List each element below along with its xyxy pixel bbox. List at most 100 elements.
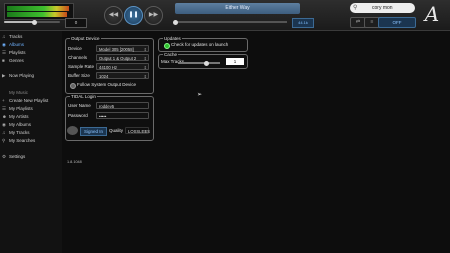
sample-rate-readout: 44.1k <box>292 18 314 28</box>
search-icon: ⚲ <box>2 138 6 143</box>
sample-rate-value: 44100 Hz <box>99 65 117 70</box>
output-device-title: Output Device <box>70 36 101 41</box>
password-field[interactable]: ••••• <box>96 112 149 119</box>
user-name-field[interactable]: roddev5 <box>96 102 149 109</box>
sample-rate-select[interactable]: 44100 Hz ⇕ <box>96 63 149 70</box>
device-select[interactable]: Model 305 [20058] ⇕ <box>96 45 149 52</box>
quality-label: Quality <box>109 128 124 133</box>
follow-device-radio[interactable] <box>70 83 76 89</box>
sidebar-item-my-albums[interactable]: ◉ My Albums <box>2 121 31 128</box>
now-playing-title[interactable]: Either Way <box>175 3 300 14</box>
buffer-size-select[interactable]: 1024 ⇕ <box>96 72 149 79</box>
sidebar-item-label: Settings <box>9 154 26 159</box>
channels-select[interactable]: Output 1 & Output 2 ⇕ <box>96 54 149 61</box>
skip-back-icon: ◀◀ <box>108 12 119 18</box>
max-tracks-slider-knob[interactable] <box>204 60 209 66</box>
sidebar-item-albums[interactable]: ◉ Albums <box>2 41 24 48</box>
list-icon: ≡ <box>370 19 374 25</box>
now-playing-icon: ▶ <box>2 73 6 78</box>
sidebar-item-create-playlist[interactable]: + Create New Playlist <box>2 97 48 104</box>
volume-value[interactable]: 0 <box>65 18 87 28</box>
progress-bar[interactable] <box>172 19 287 25</box>
channels-value: Output 1 & Output 2 <box>99 56 137 61</box>
sidebar-section-my-music: My Music <box>2 89 28 96</box>
chevron-updown-icon: ⇕ <box>143 74 147 79</box>
volume-slider-knob[interactable] <box>32 19 38 25</box>
shuffle-icon: ⇄ <box>355 19 361 25</box>
sidebar-item-my-tracks[interactable]: ♫ My Tracks <box>2 129 30 136</box>
max-tracks-slider[interactable] <box>178 60 220 66</box>
password-value: ••••• <box>99 114 107 119</box>
sidebar-item-label: Tracks <box>9 34 23 39</box>
user-name-label: User Name <box>68 103 91 108</box>
channels-label: Channels <box>68 55 88 60</box>
sidebar-item-label: My Searches <box>9 138 36 143</box>
repeat-label: OFF <box>392 20 402 25</box>
signin-button[interactable]: Signed In <box>80 127 107 136</box>
sidebar-section-label: My Music <box>9 90 28 95</box>
chevron-updown-icon: ⇕ <box>143 65 147 70</box>
user-name-value: roddev5 <box>99 104 115 109</box>
chevron-updown-icon: ⇕ <box>143 56 147 61</box>
plus-icon: + <box>2 98 5 103</box>
tidal-logo-icon <box>67 126 78 135</box>
search-box[interactable]: ⚲ cory mon <box>350 3 415 13</box>
check-updates-radio[interactable] <box>164 43 170 49</box>
search-icon: ⚲ <box>353 5 358 11</box>
sidebar-item-label: Albums <box>9 42 25 47</box>
pause-icon: ❚❚ <box>128 12 139 18</box>
sidebar-item-label: My Tracks <box>9 130 30 135</box>
previous-button[interactable]: ◀◀ <box>104 6 123 25</box>
buffer-size-value: 1024 <box>99 74 109 79</box>
level-meter <box>4 3 74 20</box>
sidebar: ♫ Tracks ◉ Albums ☰ Playlists ■ Genres ▶ Now … <box>0 31 62 253</box>
buffer-size-label: Buffer Size <box>68 73 90 78</box>
sidebar-item-my-playlists[interactable]: ☰ My Playlists <box>2 105 33 112</box>
genre-icon: ■ <box>2 58 5 63</box>
sidebar-item-label: Genres <box>9 58 24 63</box>
progress-bar-knob[interactable] <box>172 19 178 25</box>
sidebar-item-my-artists[interactable]: ☻ My Artists <box>2 113 29 120</box>
playlist-icon: ☰ <box>2 50 7 55</box>
sidebar-item-playlists[interactable]: ☰ Playlists <box>2 49 26 56</box>
level-meter-left <box>7 6 69 11</box>
quality-select[interactable]: LOSSLESS ⇕ <box>125 127 150 134</box>
sample-rate-label: Sample Rate <box>68 64 95 69</box>
repeat-toggle[interactable]: OFF <box>378 17 416 28</box>
sidebar-item-label: My Albums <box>9 122 32 127</box>
device-value: Model 305 [20058] <box>99 47 134 52</box>
sidebar-item-label: Playlists <box>9 50 26 55</box>
volume-slider[interactable] <box>4 19 60 25</box>
chevron-updown-icon: ⇕ <box>143 129 147 134</box>
sidebar-item-settings[interactable]: ⚙ Settings <box>2 153 25 160</box>
skip-forward-icon: ▶▶ <box>148 12 159 18</box>
album-icon: ◉ <box>2 122 6 127</box>
search-input[interactable]: cory mon <box>372 3 393 13</box>
mouse-cursor-icon: ➢ <box>197 92 203 98</box>
follow-device-label: Follow System Output Device <box>77 82 137 87</box>
sidebar-item-label: Now Playing <box>9 73 35 78</box>
sidebar-item-genres[interactable]: ■ Genres <box>2 57 24 64</box>
sidebar-item-tracks[interactable]: ♫ Tracks <box>2 33 22 40</box>
artist-icon: ☻ <box>2 114 7 119</box>
cache-title: Cache <box>163 52 179 57</box>
level-meter-right <box>7 12 67 17</box>
sidebar-item-label: Create New Playlist <box>9 98 49 103</box>
chevron-updown-icon: ⇕ <box>143 47 147 52</box>
password-label: Password <box>68 113 88 118</box>
album-icon: ◉ <box>2 42 6 47</box>
sidebar-item-my-searches[interactable]: ⚲ My Searches <box>2 137 35 144</box>
note-icon: ♫ <box>2 130 6 135</box>
next-button[interactable]: ▶▶ <box>144 6 163 25</box>
version-label: 1.8.1048 <box>67 160 82 164</box>
max-tracks-field[interactable]: 1 <box>226 58 244 65</box>
top-bar: 0 ◀◀ ❚❚ ▶▶ Either Way 44.1k ⚲ cory mon ⇄… <box>0 0 450 31</box>
updates-panel: Updates Check for updates on launch <box>158 36 248 52</box>
gear-icon: ⚙ <box>2 154 7 159</box>
volume-slider-fill <box>4 21 35 23</box>
playlist-icon: ☰ <box>2 106 7 111</box>
sidebar-item-label: My Playlists <box>9 106 33 111</box>
sidebar-item-now-playing[interactable]: ▶ Now Playing <box>2 72 34 79</box>
tidal-login-title: TIDAL Login <box>70 94 97 99</box>
pause-button[interactable]: ❚❚ <box>124 6 143 25</box>
